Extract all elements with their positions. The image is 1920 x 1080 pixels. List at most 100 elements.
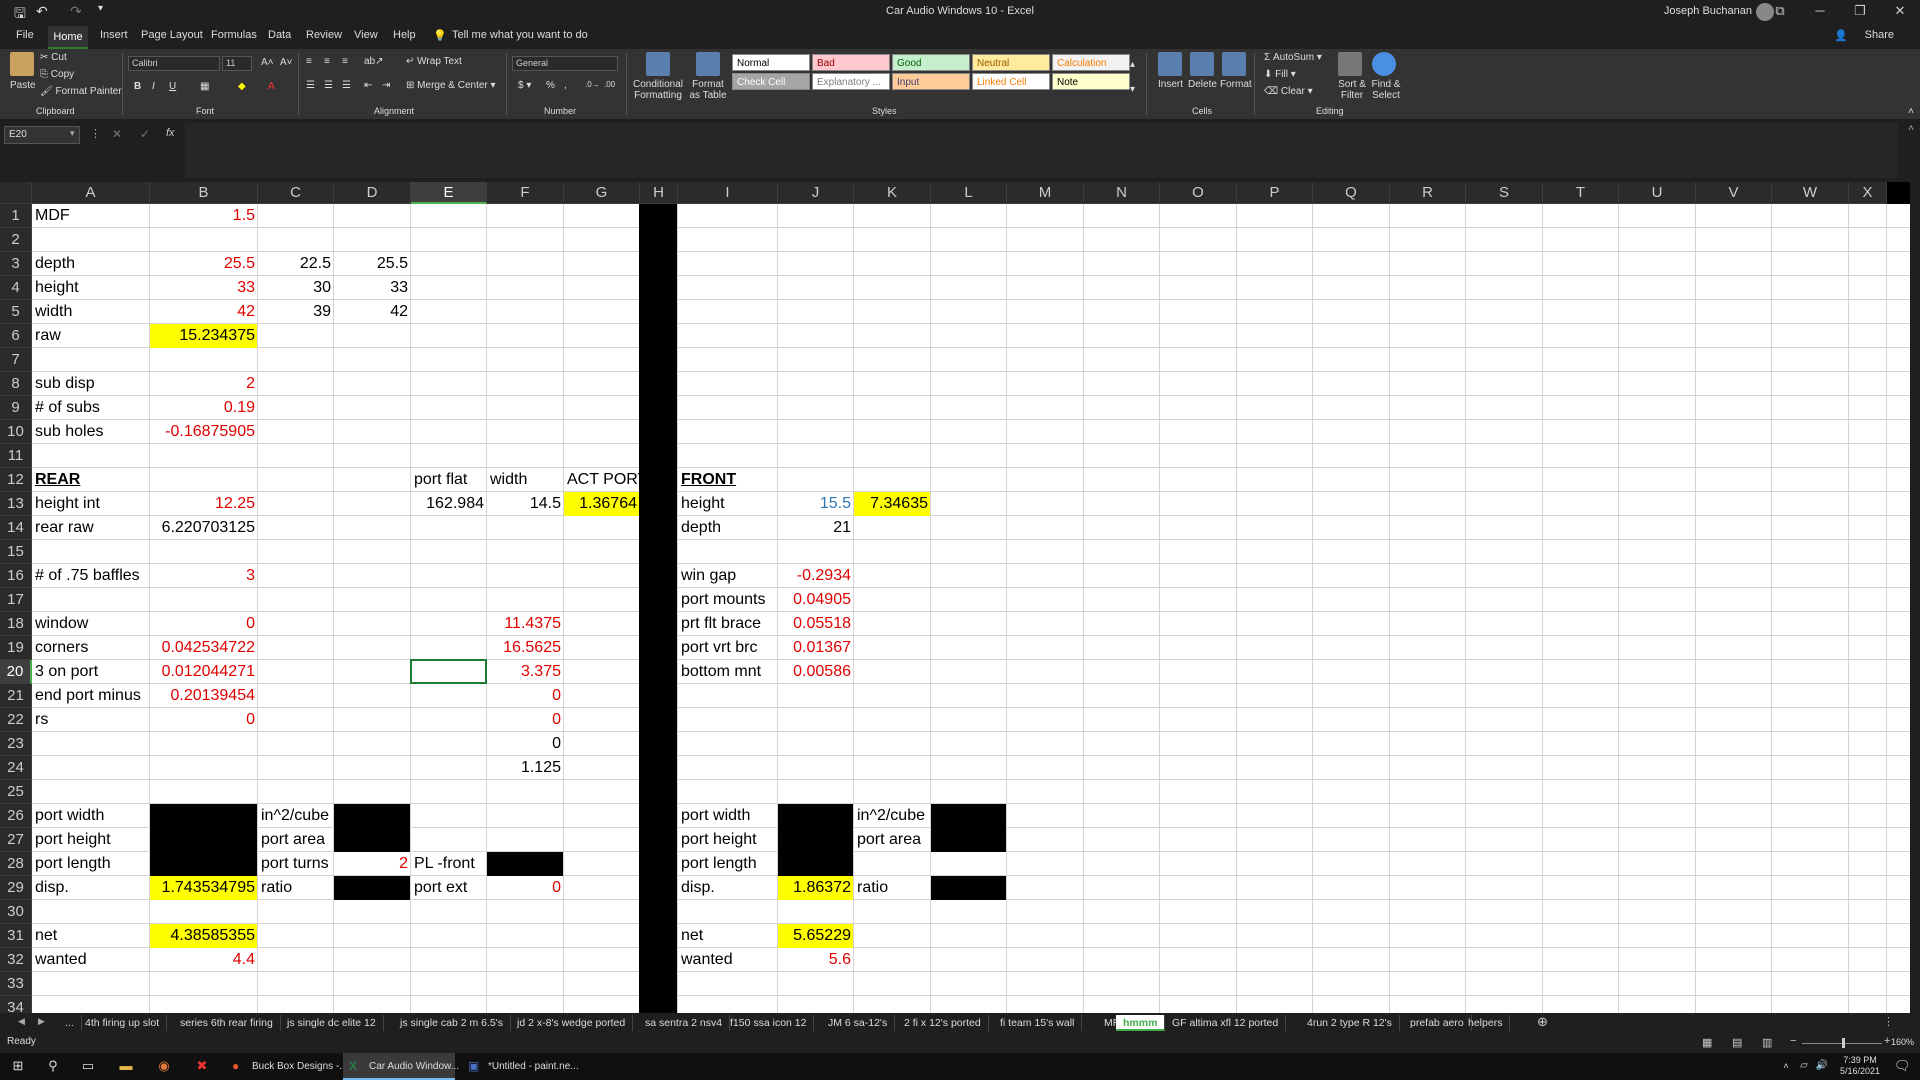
cell-style-good[interactable]: Good bbox=[892, 54, 970, 71]
row-header-13[interactable]: 13 bbox=[0, 492, 32, 516]
cell-b20[interactable]: 0.012044271 bbox=[150, 660, 258, 684]
share-button[interactable]: Share bbox=[1865, 29, 1894, 41]
paste-icon[interactable] bbox=[10, 52, 34, 76]
select-all-corner[interactable] bbox=[0, 182, 32, 204]
cell-b18[interactable]: 0 bbox=[150, 612, 258, 636]
cell-b9[interactable]: 0.19 bbox=[150, 396, 258, 420]
sheet-tab[interactable]: js single cab 2 m 6.5's bbox=[393, 1015, 511, 1031]
column-header-w[interactable]: W bbox=[1772, 182, 1849, 204]
font-color-icon[interactable]: A bbox=[268, 81, 275, 92]
cell-j32[interactable]: 5.6 bbox=[778, 948, 854, 972]
cell-style-explanatory[interactable]: Explanatory ... bbox=[812, 73, 890, 90]
tab-home[interactable]: Home bbox=[48, 26, 88, 49]
row-header-28[interactable]: 28 bbox=[0, 852, 32, 876]
format-cells-icon[interactable] bbox=[1222, 52, 1246, 76]
name-box[interactable]: E20 bbox=[4, 126, 80, 144]
row-header-22[interactable]: 22 bbox=[0, 708, 32, 732]
cell-f20[interactable]: 3.375 bbox=[487, 660, 564, 684]
cell-a4[interactable]: height bbox=[32, 276, 82, 300]
close-button[interactable]: ✕ bbox=[1880, 0, 1920, 24]
insert-cells-button[interactable]: Insert bbox=[1158, 79, 1183, 90]
decrease-indent-icon[interactable]: ⇤ bbox=[364, 80, 372, 91]
cell-k27[interactable]: port area bbox=[854, 828, 924, 852]
cell-f18[interactable]: 11.4375 bbox=[487, 612, 564, 636]
cell-k29[interactable]: ratio bbox=[854, 876, 891, 900]
cell-d3[interactable]: 25.5 bbox=[334, 252, 411, 276]
cell-a12[interactable]: REAR bbox=[32, 468, 83, 492]
cell-a6[interactable]: raw bbox=[32, 324, 64, 348]
delete-cells-icon[interactable] bbox=[1190, 52, 1214, 76]
tab-view[interactable]: View bbox=[354, 29, 378, 41]
sheet-tab[interactable]: 2 fi x 12's ported bbox=[897, 1015, 989, 1031]
clock[interactable]: 7:39 PM 5/16/2021 bbox=[1840, 1055, 1880, 1077]
cell-g12[interactable]: ACT PORT bbox=[564, 468, 650, 492]
cell-e12[interactable]: port flat bbox=[411, 468, 470, 492]
cell-a10[interactable]: sub holes bbox=[32, 420, 107, 444]
column-header-d[interactable]: D bbox=[334, 182, 411, 204]
cell-j29[interactable]: 1.86372 bbox=[778, 876, 854, 900]
column-header-h[interactable]: H bbox=[640, 182, 678, 204]
cell-a18[interactable]: window bbox=[32, 612, 91, 636]
cell-c26[interactable]: in^2/cube bbox=[258, 804, 332, 828]
tab-insert[interactable]: Insert bbox=[100, 29, 128, 41]
restore-button[interactable]: ❐ bbox=[1840, 0, 1880, 24]
cell-a28[interactable]: port length bbox=[32, 852, 114, 876]
cell-k26[interactable]: in^2/cube bbox=[854, 804, 928, 828]
user-name[interactable]: Joseph Buchanan bbox=[1664, 5, 1752, 17]
expand-formula-bar-icon[interactable]: ˄ bbox=[1908, 123, 1914, 134]
fill-color-icon[interactable]: ◆ bbox=[238, 81, 246, 92]
row-header-19[interactable]: 19 bbox=[0, 636, 32, 660]
cell-style-normal[interactable]: Normal bbox=[732, 54, 810, 71]
row-header-31[interactable]: 31 bbox=[0, 924, 32, 948]
tab-help[interactable]: Help bbox=[393, 29, 416, 41]
cell-a26[interactable]: port width bbox=[32, 804, 107, 828]
cell-f29[interactable]: 0 bbox=[487, 876, 564, 900]
merge-center-button[interactable]: ⊞ Merge & Center ▾ bbox=[406, 80, 496, 91]
vertical-scrollbar[interactable] bbox=[1910, 182, 1920, 1018]
row-header-27[interactable]: 27 bbox=[0, 828, 32, 852]
insert-function-icon[interactable]: fx bbox=[166, 127, 175, 139]
cell-a31[interactable]: net bbox=[32, 924, 60, 948]
cell-f13[interactable]: 14.5 bbox=[487, 492, 564, 516]
row-header-23[interactable]: 23 bbox=[0, 732, 32, 756]
bold-icon[interactable]: B bbox=[134, 81, 141, 92]
cell-b19[interactable]: 0.042534722 bbox=[150, 636, 258, 660]
cell-b21[interactable]: 0.20139454 bbox=[150, 684, 258, 708]
scroll-tabs-left-icon[interactable]: ◀ bbox=[18, 1016, 25, 1027]
column-header-a[interactable]: A bbox=[32, 182, 150, 204]
collapse-ribbon-icon[interactable]: ˄ bbox=[1908, 106, 1914, 117]
cell-a16[interactable]: # of .75 baffles bbox=[32, 564, 143, 588]
orientation-icon[interactable]: ab↗ bbox=[364, 56, 384, 67]
cell-j17[interactable]: 0.04905 bbox=[778, 588, 854, 612]
italic-icon[interactable]: I bbox=[152, 81, 155, 92]
cell-f23[interactable]: 0 bbox=[487, 732, 564, 756]
row-header-15[interactable]: 15 bbox=[0, 540, 32, 564]
cell-e28[interactable]: PL -front bbox=[411, 852, 478, 876]
cell-b32[interactable]: 4.4 bbox=[150, 948, 258, 972]
cell-a21[interactable]: end port minus bbox=[32, 684, 144, 708]
column-header-n[interactable]: N bbox=[1084, 182, 1160, 204]
row-header-1[interactable]: 1 bbox=[0, 204, 32, 228]
cell-b8[interactable]: 2 bbox=[150, 372, 258, 396]
sheet-tab[interactable]: jd 2 x-8's wedge ported bbox=[510, 1015, 634, 1031]
sort-filter-icon[interactable] bbox=[1338, 52, 1362, 76]
currency-icon[interactable]: $ ▾ bbox=[518, 80, 531, 91]
gallery-more-icon[interactable]: ▾ bbox=[1130, 84, 1135, 95]
row-header-17[interactable]: 17 bbox=[0, 588, 32, 612]
sheet-tab[interactable]: JM 6 sa-12's bbox=[821, 1015, 896, 1031]
enter-icon[interactable]: ✓ bbox=[140, 127, 150, 141]
cell-c29[interactable]: ratio bbox=[258, 876, 295, 900]
file-explorer-icon[interactable]: ▬ bbox=[118, 1058, 134, 1074]
cell-a29[interactable]: disp. bbox=[32, 876, 72, 900]
column-header-i[interactable]: I bbox=[678, 182, 778, 204]
cell-i19[interactable]: port vrt brc bbox=[678, 636, 760, 660]
cell-d5[interactable]: 42 bbox=[334, 300, 411, 324]
taskbar-app[interactable]: X Car Audio Window... bbox=[343, 1053, 459, 1080]
row-header-7[interactable]: 7 bbox=[0, 348, 32, 372]
cell-j14[interactable]: 21 bbox=[778, 516, 854, 540]
cell-a13[interactable]: height int bbox=[32, 492, 103, 516]
row-header-16[interactable]: 16 bbox=[0, 564, 32, 588]
notifications-icon[interactable]: 🗨 bbox=[1894, 1058, 1911, 1074]
cell-a32[interactable]: wanted bbox=[32, 948, 90, 972]
delete-cells-button[interactable]: Delete bbox=[1188, 79, 1217, 90]
